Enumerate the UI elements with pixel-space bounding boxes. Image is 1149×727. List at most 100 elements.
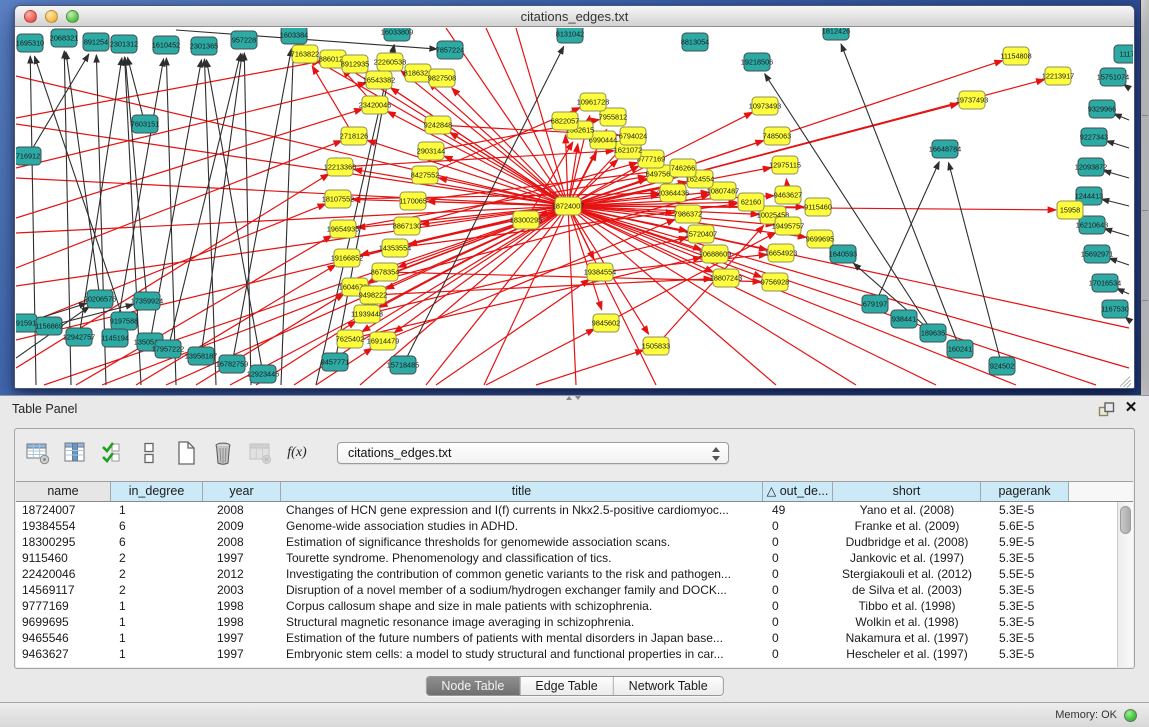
table-source-select[interactable]: citations_edges.txt [337, 442, 729, 464]
network-node[interactable]: 16033809 [381, 28, 413, 41]
network-node[interactable]: 957228 [231, 31, 257, 49]
network-node[interactable]: 9699695 [806, 230, 834, 248]
network-node[interactable]: 716912 [16, 147, 41, 165]
network-node[interactable]: 1170065 [399, 192, 427, 210]
network-node[interactable]: 15692971 [1081, 245, 1113, 263]
network-node[interactable]: 1603384 [280, 28, 308, 44]
float-panel-icon[interactable] [1098, 401, 1115, 418]
network-node[interactable]: 7625402 [336, 330, 364, 348]
network-node[interactable]: 8912935 [341, 55, 369, 73]
table-row[interactable]: 977716911998Corpus callosum shape and si… [16, 598, 1117, 614]
table-row[interactable]: 1938455462009Genome-wide association stu… [16, 518, 1117, 534]
table-settings-icon[interactable] [25, 440, 51, 466]
network-node[interactable]: 9457771 [321, 353, 349, 371]
network-node[interactable]: 1695310 [16, 34, 44, 52]
network-node[interactable]: 391591 [16, 314, 37, 332]
table-vertical-scrollbar[interactable] [1117, 502, 1133, 667]
function-builder-icon[interactable]: f(x) [284, 440, 310, 466]
network-node[interactable]: 9845602 [592, 314, 620, 332]
resize-grip-icon[interactable] [1118, 372, 1132, 386]
network-node[interactable]: 18300295 [510, 211, 542, 229]
column-header-out_de[interactable]: △ out_de... [763, 482, 833, 501]
network-node[interactable]: 9463627 [774, 186, 802, 204]
clear-selection-icon[interactable] [136, 440, 162, 466]
column-header-in_degree[interactable]: in_degree [111, 482, 203, 501]
column-header-year[interactable]: year [203, 482, 281, 501]
network-node[interactable]: 10688609 [699, 245, 731, 263]
network-node[interactable]: 8427552 [411, 166, 439, 184]
select-columns-checks-icon[interactable] [99, 440, 125, 466]
network-node[interactable]: 9329966 [1088, 100, 1116, 118]
network-node[interactable]: 15958 [1057, 201, 1083, 219]
network-node[interactable]: 1505833 [642, 337, 670, 355]
network-node[interactable]: 18724007 [552, 197, 584, 215]
table-row[interactable]: 1872400712008Changes of HCN gene express… [16, 502, 1117, 518]
close-window-icon[interactable] [24, 10, 37, 23]
split-handle[interactable] [565, 395, 581, 400]
network-node[interactable]: 16914479 [367, 332, 399, 350]
table-row[interactable]: 946554611997Estimation of the future num… [16, 630, 1117, 646]
network-node[interactable]: 7857224 [436, 41, 464, 59]
network-node[interactable]: 20364436 [657, 184, 689, 202]
network-node[interactable]: 11154808 [1000, 47, 1031, 65]
network-node[interactable]: 9498222 [359, 286, 387, 304]
network-node[interactable]: 17957222 [152, 340, 184, 358]
network-node[interactable]: 6794024 [619, 127, 647, 145]
network-node[interactable]: 679197 [862, 295, 888, 313]
collapsed-panel-strip[interactable] [1140, 0, 1149, 395]
network-node[interactable]: 2301365 [190, 37, 218, 55]
network-node[interactable]: 8813054 [681, 33, 709, 51]
network-node[interactable]: 7986372 [674, 205, 702, 223]
network-node[interactable]: 20206576 [84, 290, 116, 308]
table-row[interactable]: 1830029562008Estimation of significance … [16, 534, 1117, 550]
table-row[interactable]: 946362711997Embryonic stem cells: a mode… [16, 646, 1117, 662]
delete-table-icon[interactable] [247, 440, 273, 466]
network-node[interactable]: 189635 [920, 324, 946, 342]
window-titlebar[interactable]: citations_edges.txt [15, 6, 1134, 27]
network-node[interactable]: 9827508 [428, 69, 456, 87]
table-row[interactable]: 2242004622012Investigating the contribut… [16, 566, 1117, 582]
network-node[interactable]: 7485063 [763, 127, 791, 145]
network-node[interactable]: 62160 [738, 193, 764, 211]
network-node[interactable]: 11939448 [351, 305, 383, 323]
network-node[interactable]: 1167530 [1101, 300, 1129, 318]
column-header-pagerank[interactable]: pagerank [981, 482, 1069, 501]
network-canvas[interactable]: 1695310206832189125423013121610452230136… [16, 28, 1133, 388]
table-row[interactable]: 911546021997Tourette syndrome. Phenomeno… [16, 550, 1117, 566]
network-node[interactable]: 9115460 [804, 198, 832, 216]
network-node[interactable]: 160241 [947, 340, 973, 358]
column-header-short[interactable]: short [833, 482, 981, 501]
network-node[interactable]: 2068321 [50, 29, 78, 47]
network-node[interactable]: 16648784 [929, 140, 961, 158]
network-node[interactable]: 1145194 [101, 329, 129, 347]
network-node[interactable]: 19384554 [584, 263, 616, 281]
network-node[interactable]: 8678354 [371, 263, 399, 281]
network-node[interactable]: 15751074 [1097, 68, 1129, 86]
network-node[interactable]: 924502 [989, 357, 1015, 375]
network-node[interactable]: 2301312 [110, 35, 138, 53]
network-node[interactable]: 2903144 [417, 142, 445, 160]
network-node[interactable]: 19495757 [772, 217, 804, 235]
network-node[interactable]: 17016534 [1089, 274, 1121, 292]
network-node[interactable]: 13958187 [185, 347, 217, 365]
tab-edge-table[interactable]: Edge Table [520, 677, 613, 695]
network-node[interactable]: 9756928 [761, 273, 789, 291]
column-header-title[interactable]: title [281, 482, 763, 501]
network-node[interactable]: 7163822 [291, 45, 319, 63]
network-node[interactable]: 12213366 [324, 158, 356, 176]
network-node[interactable]: 12975115 [769, 156, 801, 174]
network-node[interactable]: 12213917 [1042, 67, 1074, 85]
network-node[interactable]: 938441 [891, 310, 917, 328]
network-node[interactable]: 18807243 [710, 269, 742, 287]
network-node[interactable]: 16543382 [363, 71, 395, 89]
network-node[interactable]: 19737493 [956, 91, 988, 109]
network-node[interactable]: 15718485 [387, 356, 419, 374]
new-column-icon[interactable] [173, 440, 199, 466]
network-node[interactable]: 6822057 [551, 112, 579, 130]
network-node[interactable]: 19218506 [741, 53, 773, 71]
network-node[interactable]: 2718126 [340, 127, 368, 145]
network-node[interactable]: 19166852 [331, 249, 363, 267]
show-columns-icon[interactable] [62, 440, 88, 466]
minimize-window-icon[interactable] [45, 10, 58, 23]
scrollbar-thumb[interactable] [1120, 506, 1131, 534]
